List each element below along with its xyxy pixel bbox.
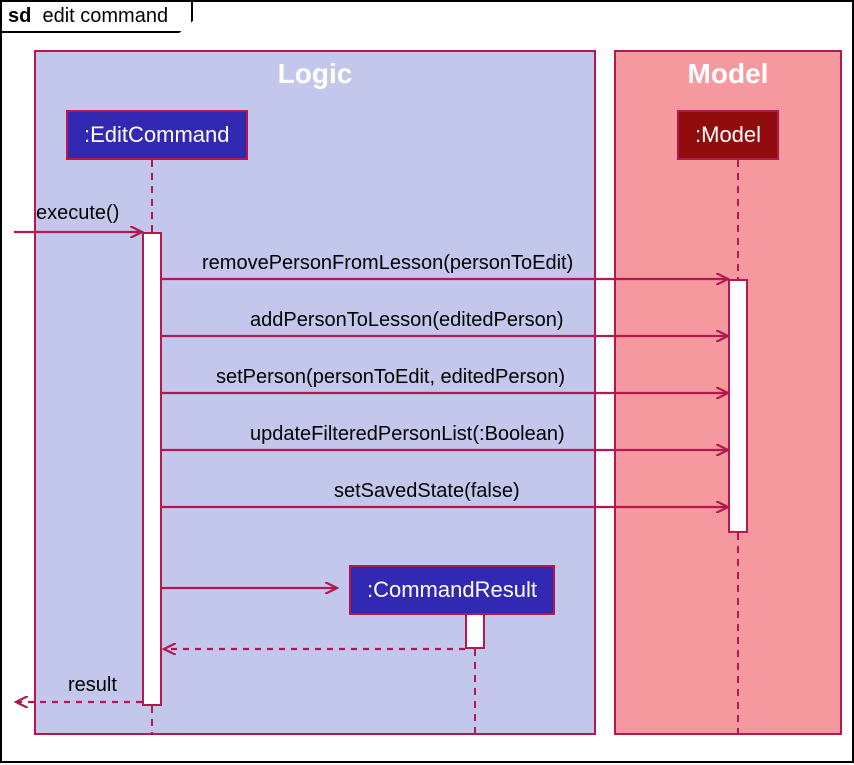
frame-title: edit command <box>42 5 168 27</box>
lifeline-command-result: :CommandResult <box>349 565 555 615</box>
logic-title: Logic <box>36 58 594 90</box>
msg-result: result <box>68 674 117 697</box>
activation-edit-command <box>142 232 162 706</box>
msg-add-person: addPersonToLesson(editedPerson) <box>250 309 564 332</box>
msg-remove-person: removePersonFromLesson(personToEdit) <box>202 252 573 275</box>
model-title: Model <box>616 58 840 90</box>
frame-label: sd edit command <box>2 2 193 33</box>
activation-model <box>728 279 748 533</box>
msg-execute: execute() <box>36 202 119 225</box>
msg-update-filtered: updateFilteredPersonList(:Boolean) <box>250 423 565 446</box>
msg-set-saved: setSavedState(false) <box>334 480 520 503</box>
msg-set-person: setPerson(personToEdit, editedPerson) <box>216 366 565 389</box>
frame-type: sd <box>8 5 31 27</box>
lifeline-model: :Model <box>677 110 779 160</box>
sequence-frame: sd edit command Logic Model :EditCommand… <box>0 0 854 763</box>
activation-command-result <box>465 613 485 649</box>
lifeline-edit-command: :EditCommand <box>66 110 248 160</box>
